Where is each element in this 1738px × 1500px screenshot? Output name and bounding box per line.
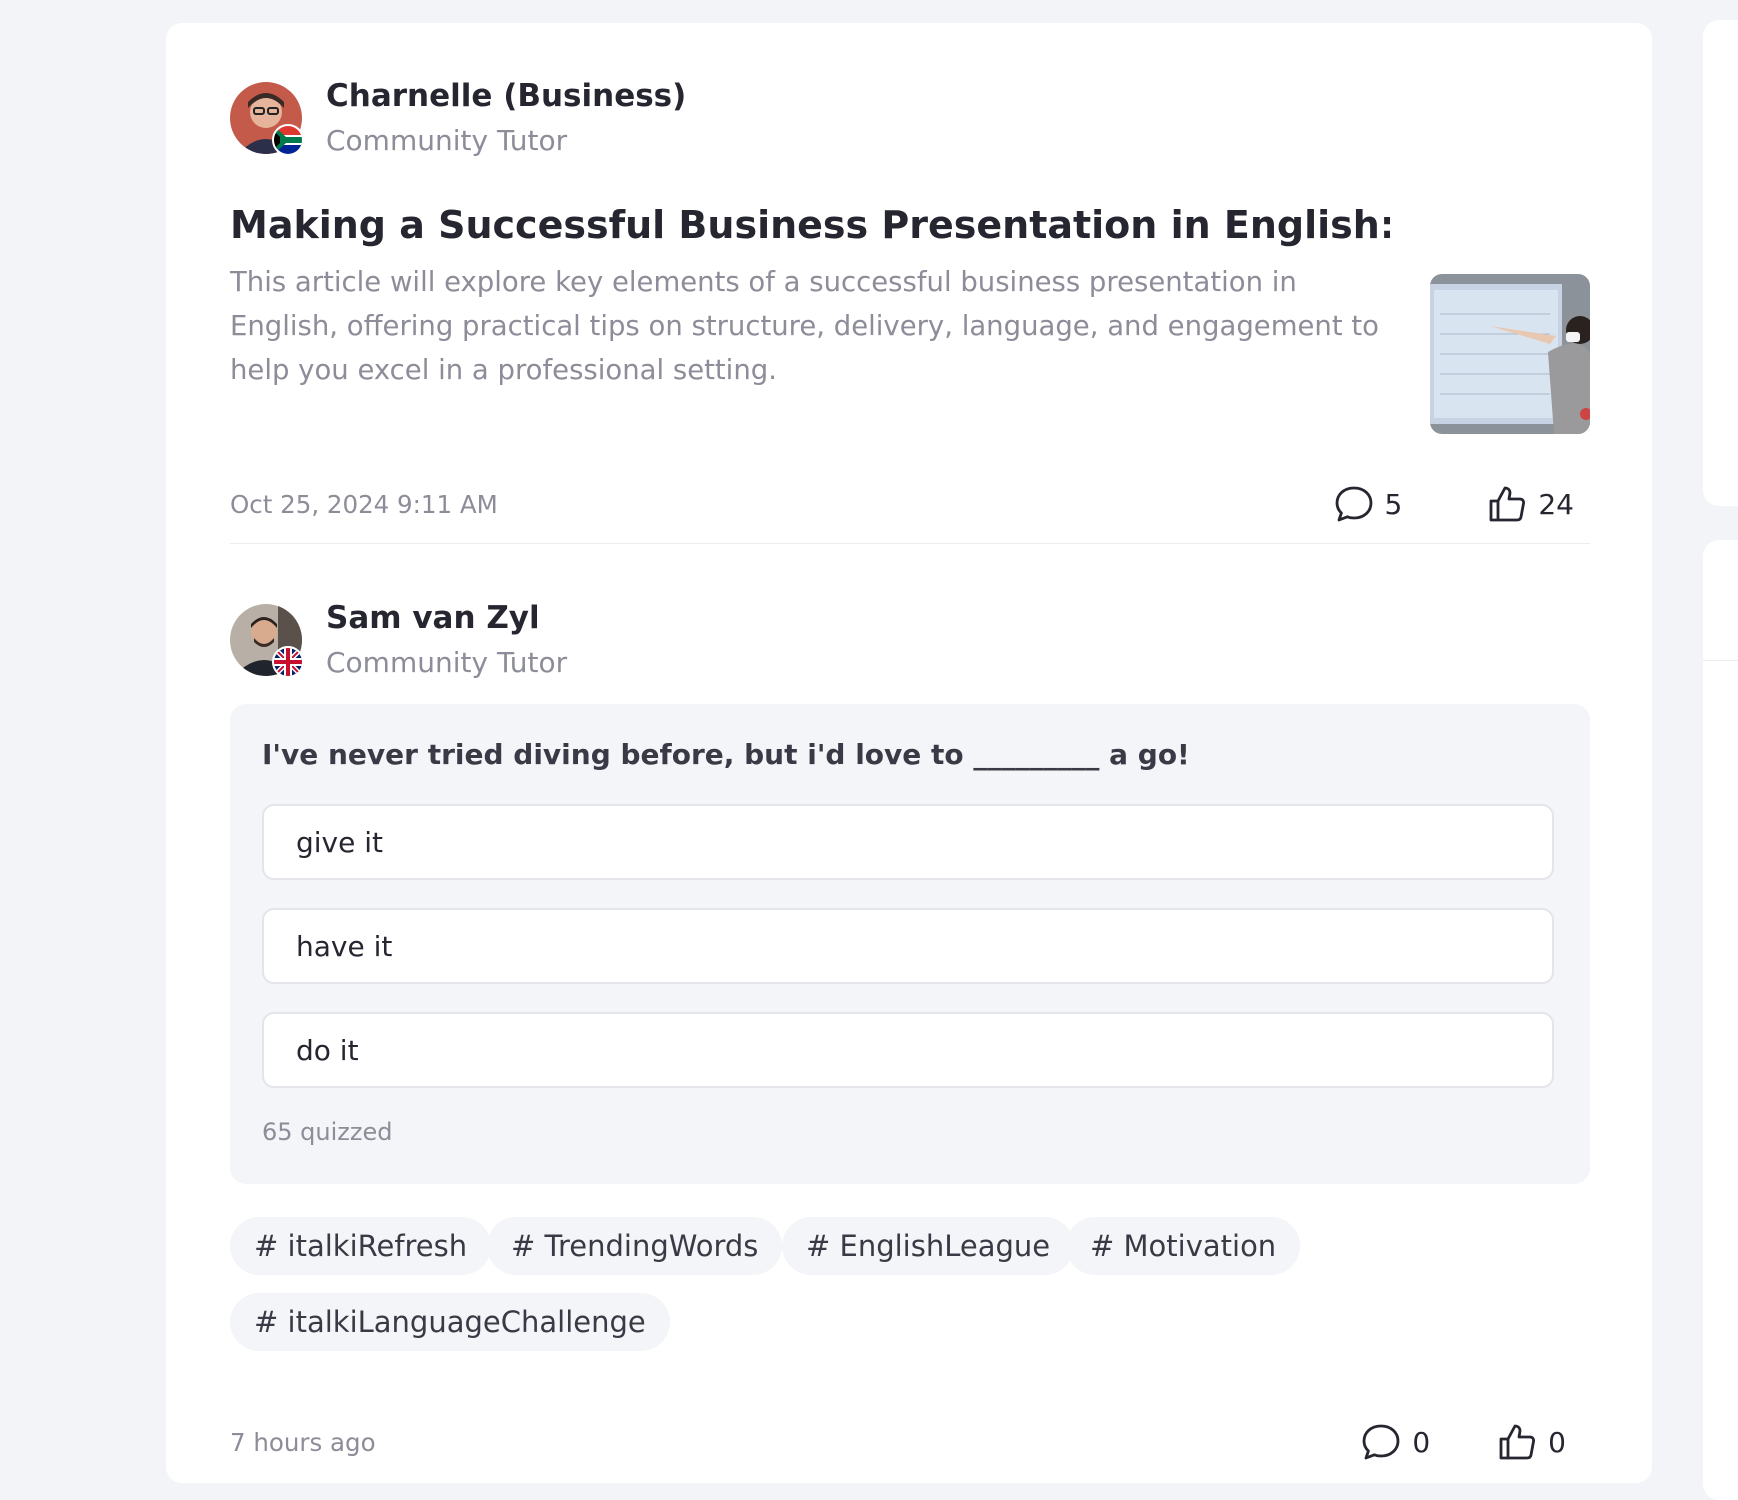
- article-summary: This article will explore key elements o…: [230, 266, 1379, 386]
- comment-button[interactable]: 0: [1360, 1421, 1430, 1463]
- comment-count: 5: [1384, 487, 1403, 521]
- sidebar-card: [1703, 20, 1738, 506]
- quiz-option[interactable]: give it: [262, 804, 1554, 880]
- quiz-participant-count: 65 quizzed: [262, 1118, 393, 1146]
- thumbs-up-icon: [1499, 1424, 1536, 1460]
- united-kingdom-flag-icon: [272, 646, 304, 678]
- hashtag-chip[interactable]: # italkiRefresh: [230, 1217, 492, 1275]
- author-role: Community Tutor: [326, 646, 568, 679]
- like-count: 0: [1548, 1425, 1566, 1459]
- post-meta-row: Oct 25, 2024 9:11 AM 5 24: [230, 480, 1590, 528]
- quiz-question: I've never tried diving before, but i'd …: [262, 738, 1190, 771]
- quiz-option[interactable]: have it: [262, 908, 1554, 984]
- sidebar-card: [1703, 540, 1738, 1500]
- comment-bubble-icon: [1335, 486, 1372, 522]
- author-avatar[interactable]: [230, 604, 304, 678]
- author-avatar[interactable]: [230, 82, 304, 156]
- post-divider: [230, 543, 1590, 544]
- hashtag-chip[interactable]: # EnglishLeague: [782, 1217, 1075, 1275]
- hashtag-chip[interactable]: # TrendingWords: [487, 1217, 783, 1275]
- post-meta-row: 7 hours ago 0 0: [230, 1418, 1590, 1466]
- quiz-post[interactable]: Sam van Zyl Community Tutor I've never t…: [230, 600, 1590, 1460]
- hashtag-chip[interactable]: # italkiLanguageChallenge: [230, 1293, 670, 1351]
- like-button[interactable]: 0: [1496, 1421, 1566, 1463]
- comment-button[interactable]: 5: [1333, 483, 1403, 525]
- post-author-header: Sam van Zyl Community Tutor: [230, 600, 1590, 679]
- quiz-card: I've never tried diving before, but i'd …: [230, 704, 1590, 1184]
- article-thumbnail[interactable]: [1430, 274, 1590, 434]
- thumbs-up-icon: [1489, 486, 1526, 522]
- post-author-header: Charnelle (Business) Community Tutor: [230, 78, 1590, 157]
- south-africa-flag-icon: [272, 124, 304, 156]
- article-title[interactable]: Making a Successful Business Presentatio…: [230, 200, 1390, 250]
- author-name[interactable]: Charnelle (Business): [326, 76, 686, 116]
- feed-card: Charnelle (Business) Community Tutor Mak…: [166, 23, 1652, 1483]
- hashtag-chip[interactable]: # Motivation: [1066, 1217, 1301, 1275]
- author-name[interactable]: Sam van Zyl: [326, 598, 567, 638]
- article-post[interactable]: Charnelle (Business) Community Tutor Mak…: [230, 78, 1590, 522]
- quiz-option[interactable]: do it: [262, 1012, 1554, 1088]
- comment-count: 0: [1412, 1425, 1431, 1459]
- post-timestamp: Oct 25, 2024 9:11 AM: [230, 489, 498, 519]
- author-role: Community Tutor: [326, 124, 568, 157]
- comment-bubble-icon: [1362, 1424, 1400, 1460]
- like-count: 24: [1538, 487, 1574, 521]
- like-button[interactable]: 24: [1486, 483, 1574, 525]
- post-timestamp: 7 hours ago: [230, 1427, 376, 1457]
